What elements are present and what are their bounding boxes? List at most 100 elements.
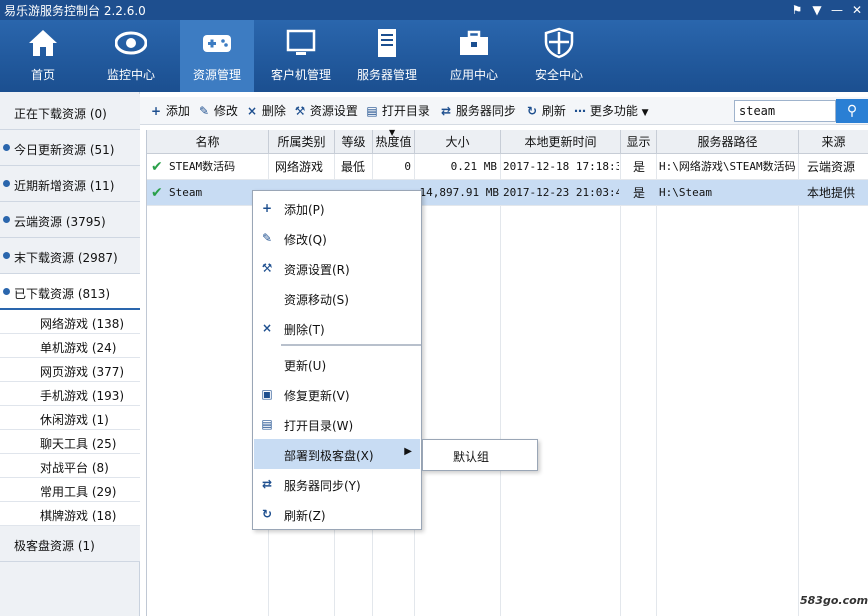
sidebar-sub-single-games[interactable]: 单机游戏 (24) [0,334,140,358]
server-icon [378,29,396,57]
col-header-heat[interactable]: 热度值 ▼ [373,128,415,154]
nav-label: 客户机管理 [270,68,331,82]
sidebar-item-label: 休闲游戏 (1) [40,413,109,427]
nav-security-center[interactable]: 安全中心 [522,20,596,92]
cell-shown: 是 [633,186,646,200]
menu-item-label: 服务器同步(Y) [284,479,361,493]
plus-icon: + [261,201,273,215]
sidebar-item-geek-disk[interactable]: 极客盘资源 (1) [0,526,140,562]
col-header-name[interactable]: 名称 [147,130,269,154]
watermark: 583go.com [800,594,868,607]
sidebar-item-label: 今日更新资源 (51) [14,143,115,157]
submenu: 默认组 [422,439,538,471]
bullet-icon [3,144,10,151]
shield-icon [544,27,574,59]
server-sync-button[interactable]: ⇄ 服务器同步 [440,97,516,125]
app-window: 易乐游服务控制台 2.2.6.0 ⚑ ▼ — ✕ 首页 监控中心 资源管理 客户… [0,0,868,616]
col-header-updated[interactable]: 本地更新时间 [501,130,621,154]
sidebar-item-recently-added[interactable]: 近期新增资源 (11) [0,166,140,202]
nav-resource-management[interactable]: 资源管理 [180,20,254,92]
menu-item-update[interactable]: 更新(U) [254,349,420,379]
menu-item-refresh[interactable]: ↻ 刷新(Z) [254,499,420,529]
sidebar-item-not-downloaded[interactable]: 末下载资源 (2987) [0,238,140,274]
menu-item-label: 添加(P) [284,203,325,217]
shirt-icon[interactable]: ⚑ [788,1,806,19]
open-dir-button[interactable]: ▤ 打开目录 [366,97,430,125]
nav-monitor-center[interactable]: 监控中心 [94,20,168,92]
delete-button[interactable]: × 删除 [246,97,286,125]
menu-item-deploy-geek-disk[interactable]: 部署到极客盘(X) ▶ [254,439,420,469]
sidebar-item-today-updated[interactable]: 今日更新资源 (51) [0,130,140,166]
toolbox-icon [460,30,488,55]
close-icon[interactable]: ✕ [848,1,866,19]
nav-server-management[interactable]: 服务器管理 [350,20,424,92]
sidebar-item-downloaded[interactable]: 已下载资源 (813) [0,274,140,310]
nav-client-management[interactable]: 客户机管理 [264,20,338,92]
search-button[interactable]: ⚲ [836,99,868,123]
menu-item-open-dir[interactable]: ▤ 打开目录(W) [254,409,420,439]
col-header-shown[interactable]: 显示 [621,130,657,154]
cell-updated: 2017-12-23 21:03:40 [503,186,619,199]
sidebar-sub-chat-tools[interactable]: 聊天工具 (25) [0,430,140,454]
col-header-path[interactable]: 服务器路径 [657,130,799,154]
nav-label: 首页 [30,68,55,82]
edit-button[interactable]: ✎ 修改 [198,97,238,125]
sidebar-sub-mobile-games[interactable]: 手机游戏 (193) [0,382,140,406]
menu-item-resource-move[interactable]: 资源移动(S) [254,283,420,313]
submenu-item-default-group[interactable]: 默认组 [423,440,537,470]
sidebar-sub-common-tools[interactable]: 常用工具 (29) [0,478,140,502]
menu-item-label: 删除(T) [284,323,325,337]
cell-shown: 是 [633,160,646,174]
add-label: 添加 [165,104,190,118]
sidebar-item-label: 已下载资源 (813) [14,287,111,301]
sidebar-item-label: 常用工具 (29) [40,485,117,499]
sidebar: 正在下载资源 (0) 今日更新资源 (51) 近期新增资源 (11) 云端资源 … [0,92,140,616]
sidebar-item-downloading[interactable]: 正在下载资源 (0) [0,94,140,130]
resource-settings-button[interactable]: ⚒ 资源设置 [294,97,358,125]
nav-label: 应用中心 [449,68,498,82]
add-button[interactable]: + 添加 [150,97,190,125]
nav-app-center[interactable]: 应用中心 [437,20,511,92]
cell-size: 0.21 MB [450,160,497,173]
col-header-size[interactable]: 大小 [415,130,501,154]
more-functions-button[interactable]: ⋯ 更多功能 ▼ [574,97,649,125]
sidebar-sub-web-games[interactable]: 网页游戏 (377) [0,358,140,382]
refresh-button[interactable]: ↻ 刷新 [526,97,566,125]
dropdown-icon[interactable]: ▼ [808,1,826,19]
menu-item-label: 更新(U) [284,359,327,373]
pencil-icon: ✎ [261,231,273,245]
minimize-icon[interactable]: — [828,1,846,19]
col-header-category[interactable]: 所属类别 [269,130,335,154]
grid-line [656,154,657,616]
sidebar-item-cloud[interactable]: 云端资源 (3795) [0,202,140,238]
sidebar-sub-online-games[interactable]: 网络游戏 (138) [0,310,140,334]
table-row[interactable]: ✔ STEAM数活码 网络游戏 最低 0 0.21 MB 2017-12-18 … [147,154,868,180]
menu-item-resource-settings[interactable]: ⚒ 资源设置(R) [254,253,420,283]
submenu-item-label: 默认组 [453,450,490,464]
menu-item-delete[interactable]: × 删除(T) [254,313,420,343]
col-header-level[interactable]: 等级 [335,130,373,154]
search-input[interactable]: steam [734,100,836,122]
sidebar-sub-casual-games[interactable]: 休闲游戏 (1) [0,406,140,430]
context-menu: + 添加(P) ✎ 修改(Q) ⚒ 资源设置(R) 资源移动(S) × 删除(T) 更新… [252,190,422,530]
menu-item-server-sync[interactable]: ⇄ 服务器同步(Y) [254,469,420,499]
menu-item-add[interactable]: + 添加(P) [254,193,420,223]
nav-home[interactable]: 首页 [6,20,80,92]
open-dir-label: 打开目录 [381,104,430,118]
sidebar-sub-board-games[interactable]: 棋牌游戏 (18) [0,502,140,526]
cell-source: 云端资源 [807,160,856,174]
more-icon: ⋯ [574,104,586,118]
sidebar-item-label: 棋牌游戏 (18) [40,509,117,523]
eye-icon [115,31,147,55]
menu-item-label: 部署到极客盘(X) [284,449,374,463]
sidebar-sub-battle-platforms[interactable]: 对战平台 (8) [0,454,140,478]
monitor-icon [286,29,316,55]
menu-item-edit[interactable]: ✎ 修改(Q) [254,223,420,253]
menu-item-repair-update[interactable]: ▣ 修复更新(V) [254,379,420,409]
sidebar-item-label: 极客盘资源 (1) [14,539,95,553]
bullet-icon [3,216,10,223]
home-icon [29,30,57,56]
gamepad-icon [203,35,231,52]
col-header-source[interactable]: 来源 [799,130,868,154]
menu-item-label: 刷新(Z) [284,509,326,523]
